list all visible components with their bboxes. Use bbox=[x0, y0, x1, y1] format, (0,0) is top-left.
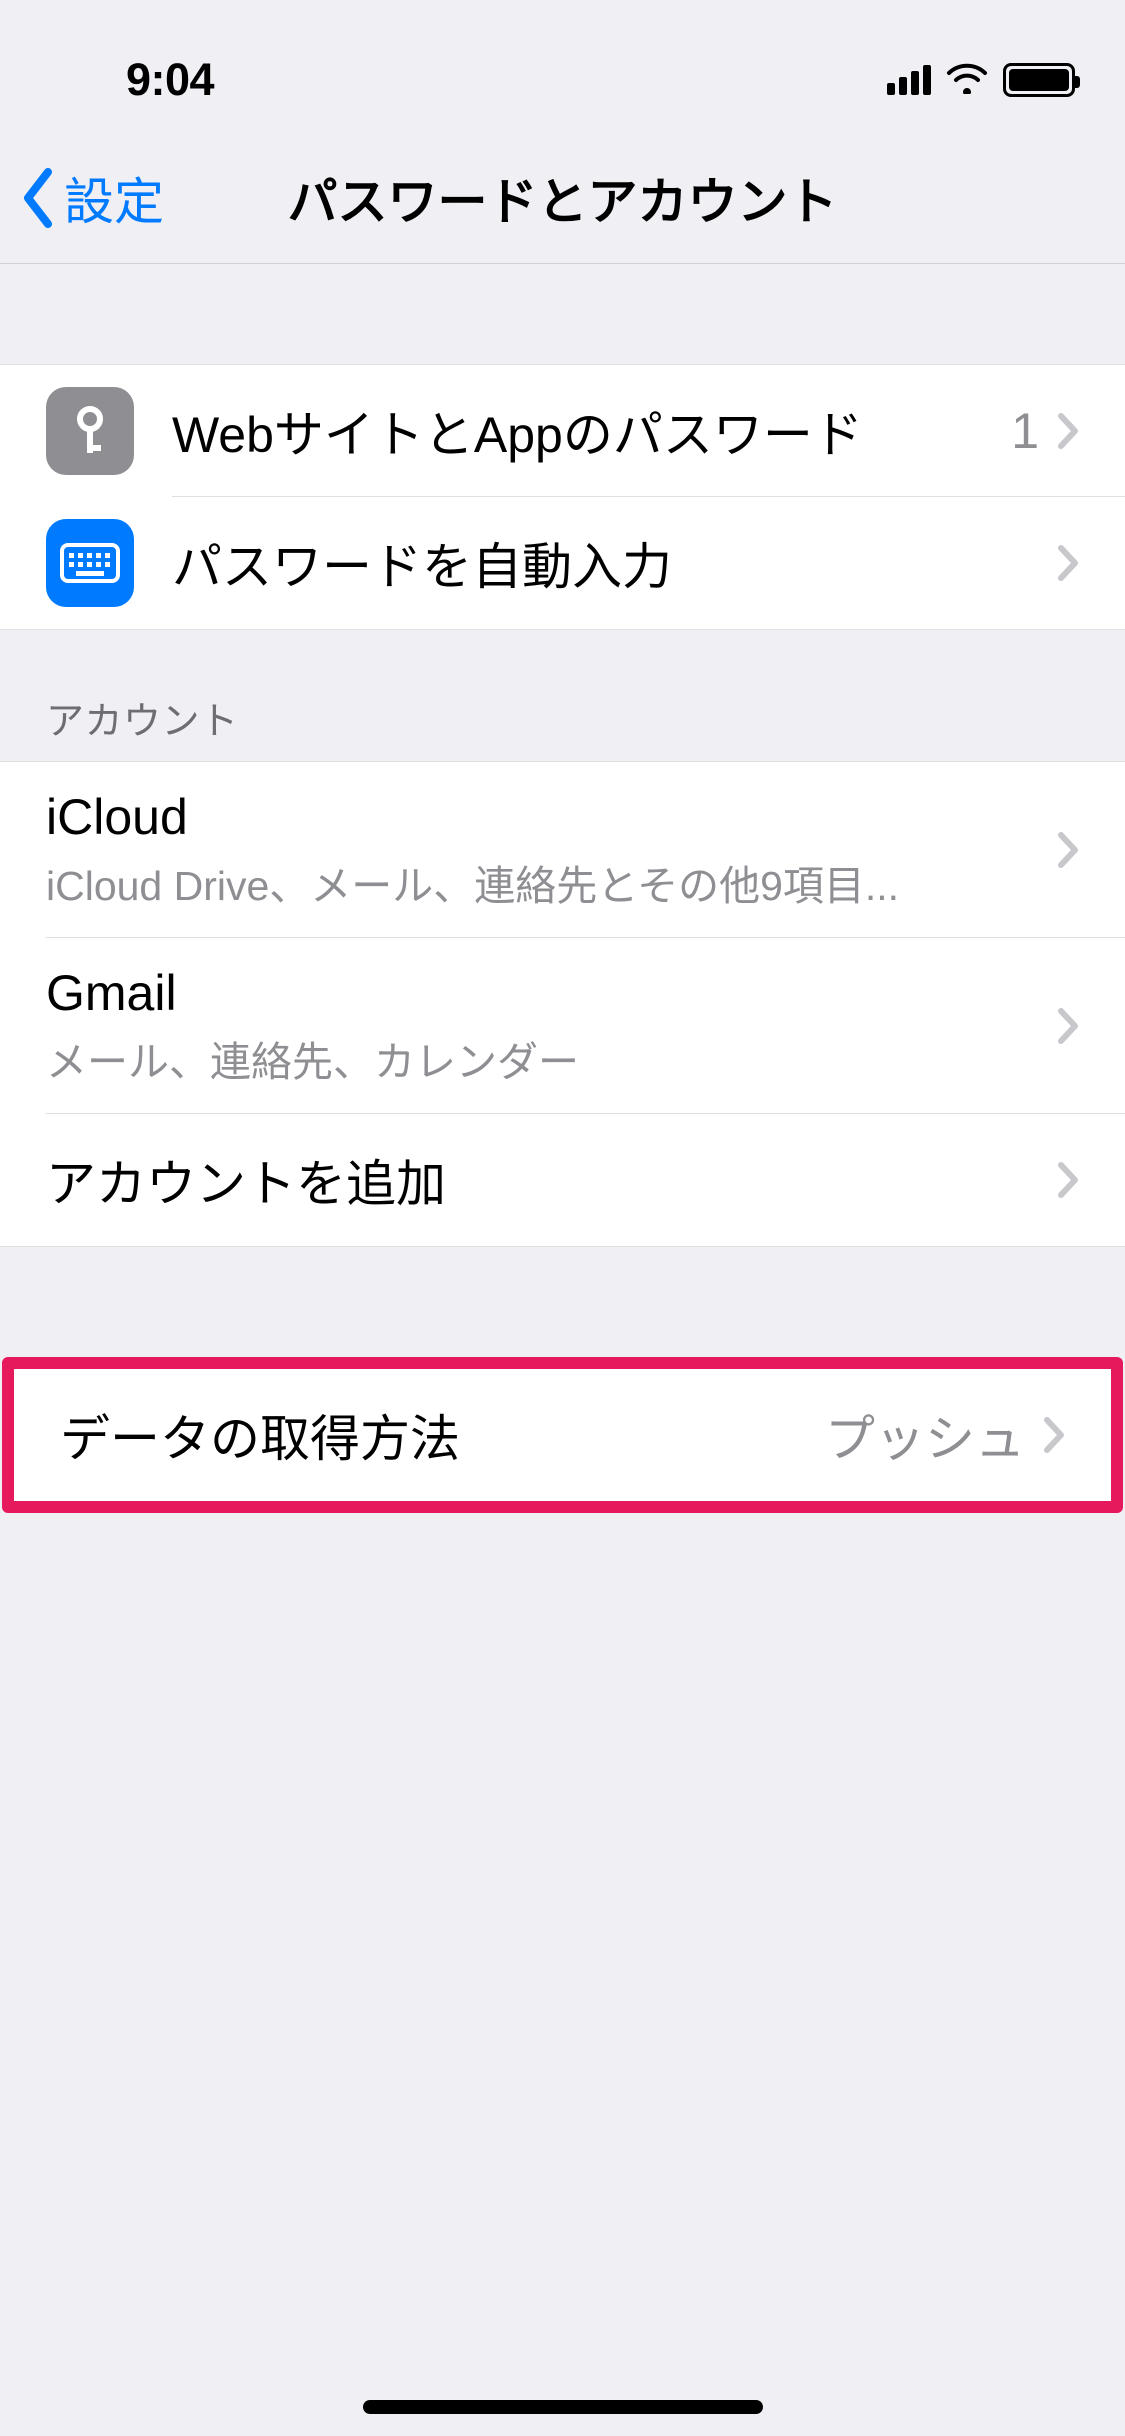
battery-icon bbox=[1003, 63, 1075, 97]
navigation-bar: 設定 パスワードとアカウント bbox=[0, 132, 1125, 264]
row-fetch-new-data[interactable]: データの取得方法 プッシュ bbox=[14, 1369, 1111, 1501]
row-detail: プッシュ bbox=[825, 1399, 1025, 1471]
fetch-group: データの取得方法 プッシュ bbox=[14, 1369, 1111, 1501]
chevron-right-icon bbox=[1043, 1416, 1065, 1454]
passwords-group: WebサイトとAppのパスワード 1 パスワードを自動入力 bbox=[0, 364, 1125, 630]
chevron-left-icon bbox=[20, 168, 56, 228]
page-title: パスワードとアカウント bbox=[0, 162, 1125, 234]
row-autofill-passwords[interactable]: パスワードを自動入力 bbox=[0, 497, 1125, 629]
status-time: 9:04 bbox=[40, 54, 300, 106]
chevron-right-icon bbox=[1057, 1007, 1079, 1045]
row-account-icloud[interactable]: iCloud iCloud Drive、メール、連絡先とその他9項目... bbox=[0, 762, 1125, 938]
row-label: WebサイトとAppのパスワード bbox=[172, 395, 1011, 467]
row-label: データの取得方法 bbox=[60, 1399, 825, 1471]
key-icon bbox=[46, 387, 134, 475]
chevron-right-icon bbox=[1057, 544, 1079, 582]
back-button[interactable]: 設定 bbox=[0, 162, 164, 234]
account-subtitle: メール、連絡先、カレンダー bbox=[46, 1028, 1057, 1088]
accounts-section-header: アカウント bbox=[0, 630, 1125, 761]
row-account-gmail[interactable]: Gmail メール、連絡先、カレンダー bbox=[0, 938, 1125, 1114]
account-title: iCloud bbox=[46, 788, 1057, 846]
cellular-signal-icon bbox=[887, 65, 931, 95]
back-label: 設定 bbox=[64, 162, 164, 234]
chevron-right-icon bbox=[1057, 412, 1079, 450]
chevron-right-icon bbox=[1057, 831, 1079, 869]
row-label: パスワードを自動入力 bbox=[172, 527, 1057, 599]
account-subtitle: iCloud Drive、メール、連絡先とその他9項目... bbox=[46, 852, 1057, 912]
row-label: アカウントを追加 bbox=[46, 1144, 1057, 1216]
keyboard-icon bbox=[46, 519, 134, 607]
account-title: Gmail bbox=[46, 964, 1057, 1022]
row-add-account[interactable]: アカウントを追加 bbox=[0, 1114, 1125, 1246]
home-indicator[interactable] bbox=[363, 2400, 763, 2414]
highlight-outline: データの取得方法 プッシュ bbox=[2, 1357, 1123, 1513]
row-web-app-passwords[interactable]: WebサイトとAppのパスワード 1 bbox=[0, 365, 1125, 497]
chevron-right-icon bbox=[1057, 1161, 1079, 1199]
row-detail: 1 bbox=[1011, 402, 1039, 460]
wifi-icon bbox=[945, 62, 989, 99]
accounts-group: iCloud iCloud Drive、メール、連絡先とその他9項目... Gm… bbox=[0, 761, 1125, 1247]
status-bar: 9:04 bbox=[0, 0, 1125, 132]
